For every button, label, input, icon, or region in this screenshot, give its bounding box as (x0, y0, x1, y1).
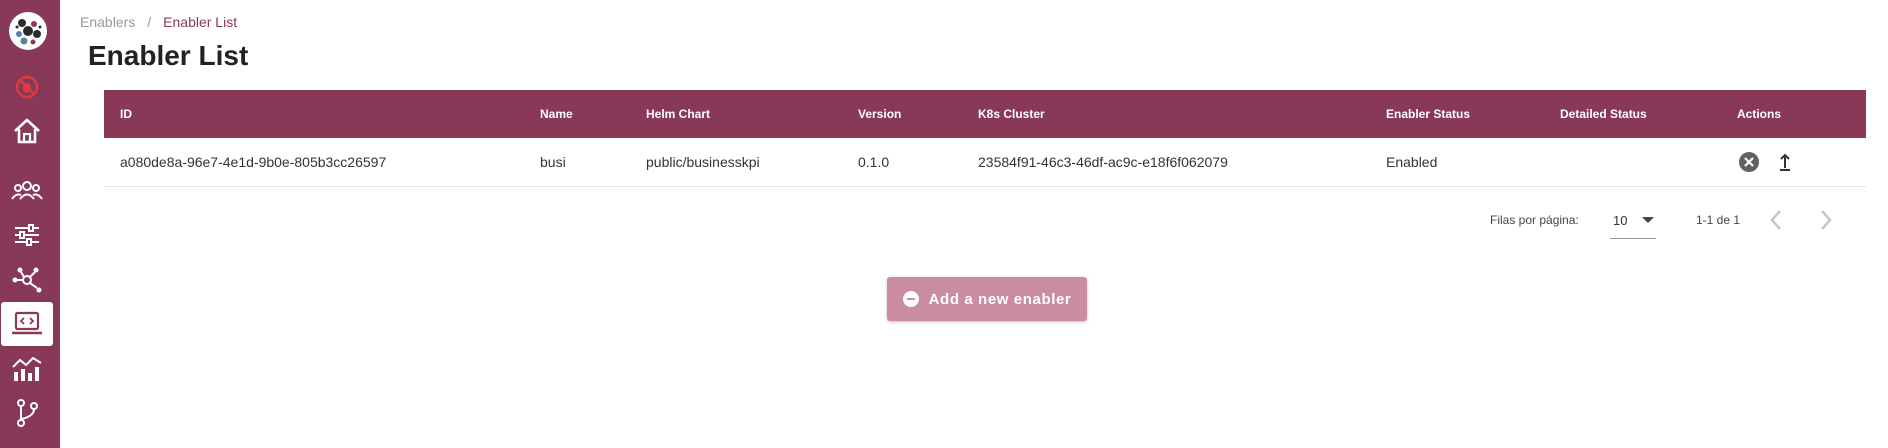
table-header: ID Name Helm Chart Version K8s Cluster E… (104, 90, 1866, 138)
sliders-icon[interactable] (1, 213, 53, 257)
pagination: Filas por página: 10 1-1 de 1 (104, 200, 1866, 240)
logo-icon[interactable] (9, 12, 47, 50)
network-icon[interactable] (1, 258, 53, 302)
next-page-button[interactable] (1814, 208, 1838, 232)
rows-per-page-select[interactable]: 10 (1610, 202, 1656, 239)
column-header-helm-chart: Helm Chart (646, 107, 711, 121)
delete-icon[interactable] (1737, 150, 1761, 174)
pagination-range: 1-1 de 1 (1696, 213, 1741, 227)
cell-helm-chart: public/businesskpi (646, 154, 760, 170)
column-header-actions: Actions (1737, 107, 1782, 121)
chevron-right-icon (1821, 210, 1832, 230)
analytics-icon[interactable] (1, 347, 53, 391)
cell-k8s-cluster: 23584f91-46c3-46df-ac9c-e18f6f062079 (978, 154, 1228, 170)
minus-circle-icon (902, 291, 919, 307)
breadcrumb-separator: / (147, 14, 152, 30)
add-enabler-label: Add a new enabler (928, 290, 1072, 308)
column-header-name: Name (540, 107, 573, 121)
add-enabler-button[interactable]: Add a new enabler (887, 277, 1087, 321)
breadcrumb-parent[interactable]: Enablers (80, 14, 135, 30)
cell-enabler-status: Enabled (1386, 154, 1438, 170)
laptop-code-icon[interactable] (1, 302, 53, 346)
sidebar (0, 0, 60, 448)
no-bug-icon[interactable] (1, 65, 53, 109)
git-branch-icon[interactable] (1, 391, 53, 435)
cell-id: a080de8a-96e7-4e1d-9b0e-805b3cc26597 (120, 154, 387, 170)
cell-name: busi (540, 154, 566, 170)
enablers-table: ID Name Helm Chart Version K8s Cluster E… (104, 90, 1866, 187)
column-header-detailed-status: Detailed Status (1560, 107, 1647, 121)
rows-per-page-label: Filas por página: (1490, 213, 1579, 227)
cell-version: 0.1.0 (858, 154, 890, 170)
chevron-left-icon (1770, 210, 1781, 230)
cell-actions (1737, 138, 1797, 186)
table-row: a080de8a-96e7-4e1d-9b0e-805b3cc26597 bus… (104, 138, 1866, 187)
users-icon[interactable] (1, 169, 53, 213)
previous-page-button[interactable] (1764, 208, 1788, 232)
column-header-id: ID (120, 107, 132, 121)
home-icon[interactable] (1, 109, 53, 153)
breadcrumb-current: Enabler List (163, 14, 238, 30)
page-title: Enabler List (88, 40, 249, 71)
breadcrumb: Enablers / Enabler List (80, 14, 237, 30)
upgrade-icon[interactable] (1773, 150, 1797, 174)
rows-per-page-value: 10 (1613, 212, 1628, 228)
column-header-enabler-status: Enabler Status (1386, 107, 1471, 121)
chevron-down-icon (1642, 217, 1654, 223)
column-header-version: Version (858, 107, 902, 121)
column-header-k8s-cluster: K8s Cluster (978, 107, 1045, 121)
